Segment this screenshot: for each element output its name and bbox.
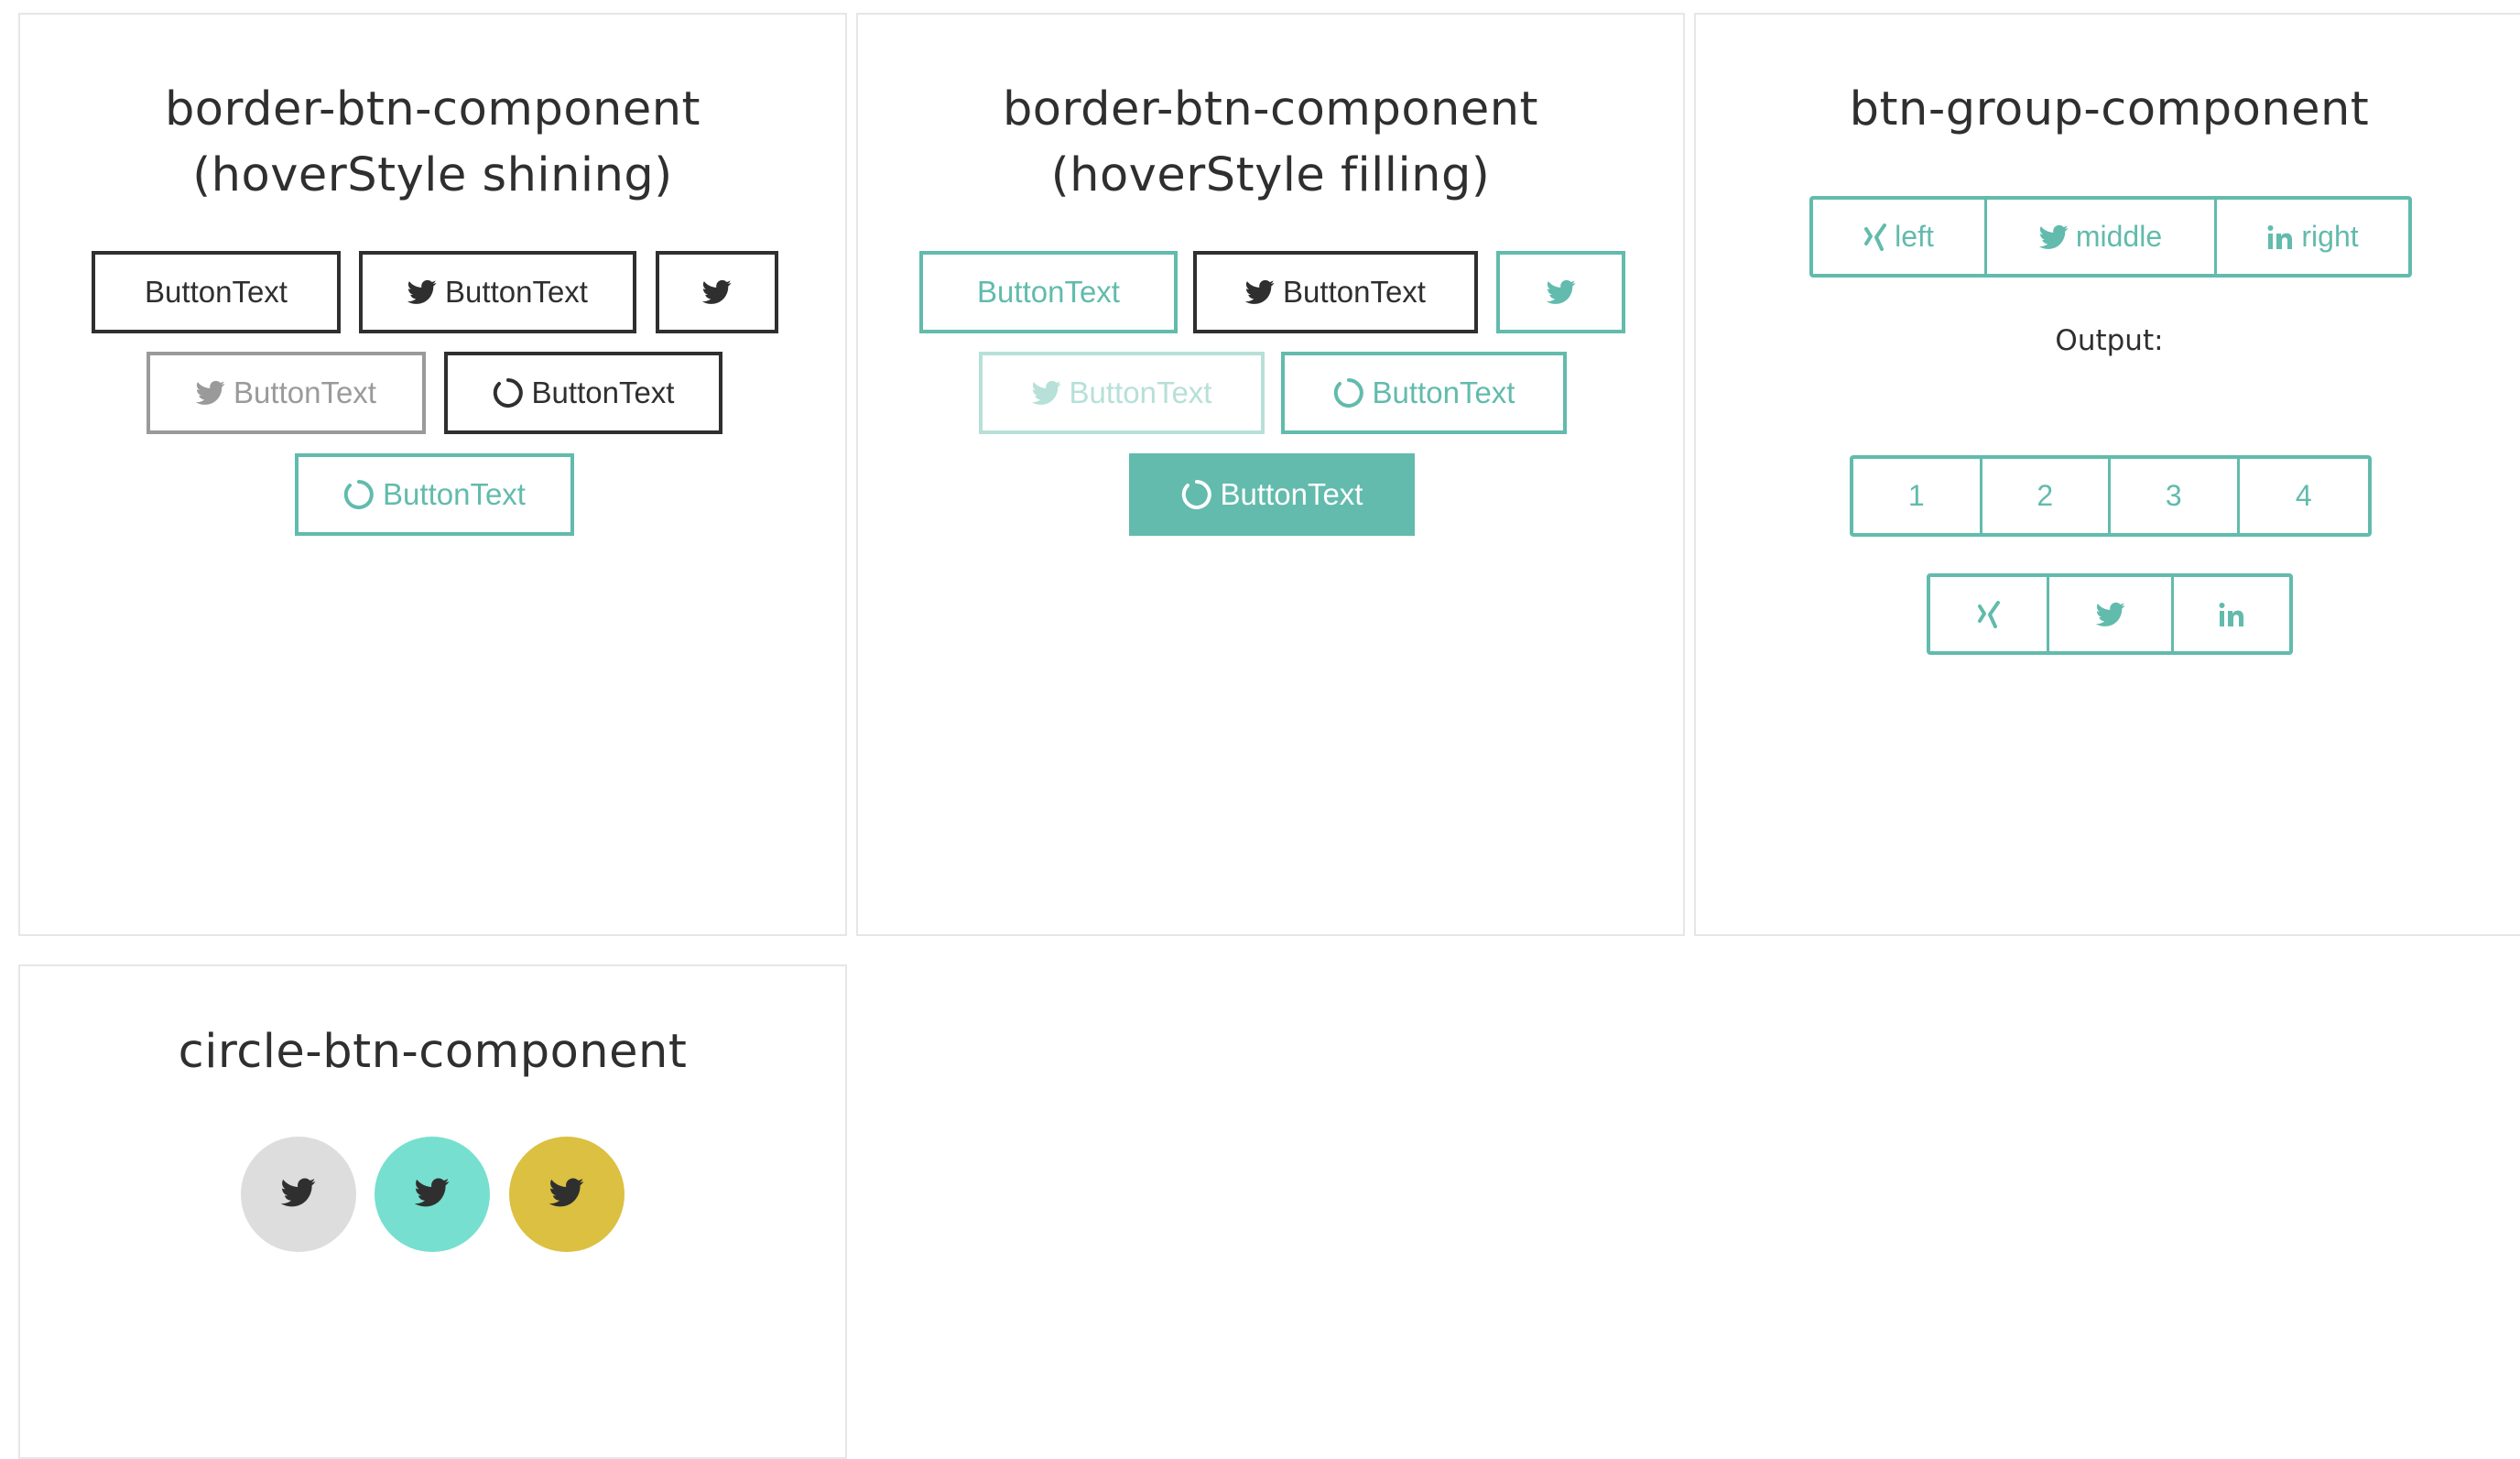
xing-icon [1863,223,1887,251]
twitter-icon [407,279,437,305]
group-number-4-button[interactable]: 4 [2240,459,2369,533]
group-linkedin-button[interactable] [2174,577,2289,651]
group-label: right [2301,220,2359,253]
twitter-icon [702,279,732,305]
button-label: ButtonText [1069,376,1212,409]
shining-teal-loading-button[interactable]: ButtonText [295,453,574,536]
card-filling: border-btn-component (hoverStyle filling… [856,13,1685,936]
twitter-icon [1031,380,1061,406]
icon-button-group [1927,573,2293,655]
button-label: ButtonText [977,275,1120,309]
linkedin-icon [2266,223,2294,251]
group-left-button[interactable]: left [1813,200,1987,274]
filling-filled-loading-button[interactable]: ButtonText [1129,453,1415,536]
filling-twitter-icon-button[interactable] [1496,251,1625,333]
spinner-icon [1181,479,1212,510]
twitter-icon [2038,224,2069,250]
shining-disabled-twitter-button[interactable]: ButtonText [147,352,426,434]
twitter-icon [549,1178,584,1211]
button-label: ButtonText [445,275,588,309]
button-label: ButtonText [145,275,288,309]
twitter-icon [1245,279,1275,305]
linkedin-icon [2218,601,2245,628]
group-twitter-button[interactable] [2049,577,2174,651]
card-title: border-btn-component (hoverStyle filling… [1002,82,1539,202]
group-label: 3 [2165,479,2182,512]
card-shining: border-btn-component (hoverStyle shining… [18,13,847,936]
button-label: ButtonText [1220,477,1363,511]
group-xing-button[interactable] [1930,577,2049,651]
card-title: circle-btn-component [178,1025,688,1079]
spinner-icon [493,377,524,408]
circle-gold-twitter-button[interactable] [509,1137,625,1252]
button-label: ButtonText [234,376,376,409]
group-label: 4 [2295,479,2312,512]
shining-loading-button[interactable]: ButtonText [444,352,722,434]
circle-mint-twitter-button[interactable] [375,1137,490,1252]
group-number-2-button[interactable]: 2 [1982,459,2111,533]
shining-twitter-text-button[interactable]: ButtonText [359,251,636,333]
card-btn-group: btn-group-component left middle right Ou… [1694,13,2520,936]
card-title: border-btn-component (hoverStyle shining… [164,82,701,202]
group-label: left [1895,220,1934,253]
output-label: Output: [2055,324,2164,357]
filling-twitter-text-button[interactable]: ButtonText [1193,251,1478,333]
group-number-1-button[interactable]: 1 [1853,459,1982,533]
xing-icon [1977,600,2001,628]
filling-disabled-twitter-button[interactable]: ButtonText [979,352,1265,434]
twitter-icon [196,380,225,406]
twitter-icon [280,1178,316,1211]
button-label: ButtonText [1372,376,1515,409]
twitter-icon [414,1178,450,1211]
group-label: 2 [2037,479,2054,512]
spinner-icon [1333,377,1364,408]
spinner-icon [343,479,375,510]
button-label: ButtonText [531,376,675,409]
filling-text-button[interactable]: ButtonText [919,251,1178,333]
shining-twitter-icon-button[interactable] [656,251,778,333]
group-label: middle [2075,220,2163,253]
twitter-icon [1546,279,1576,305]
button-label: ButtonText [1283,275,1426,309]
group-middle-button[interactable]: middle [1987,200,2217,274]
card-circle: circle-btn-component [18,964,847,1459]
group-number-3-button[interactable]: 3 [2111,459,2240,533]
number-button-group: 1 2 3 4 [1850,455,2372,537]
button-label: ButtonText [383,477,526,511]
group-right-button[interactable]: right [2217,200,2408,274]
labeled-button-group: left middle right [1809,196,2412,278]
card-title: btn-group-component [1849,82,2370,136]
group-label: 1 [1907,479,1925,512]
filling-loading-button[interactable]: ButtonText [1281,352,1567,434]
shining-text-button[interactable]: ButtonText [92,251,341,333]
twitter-icon [2095,602,2125,627]
circle-grey-twitter-button[interactable] [241,1137,356,1252]
